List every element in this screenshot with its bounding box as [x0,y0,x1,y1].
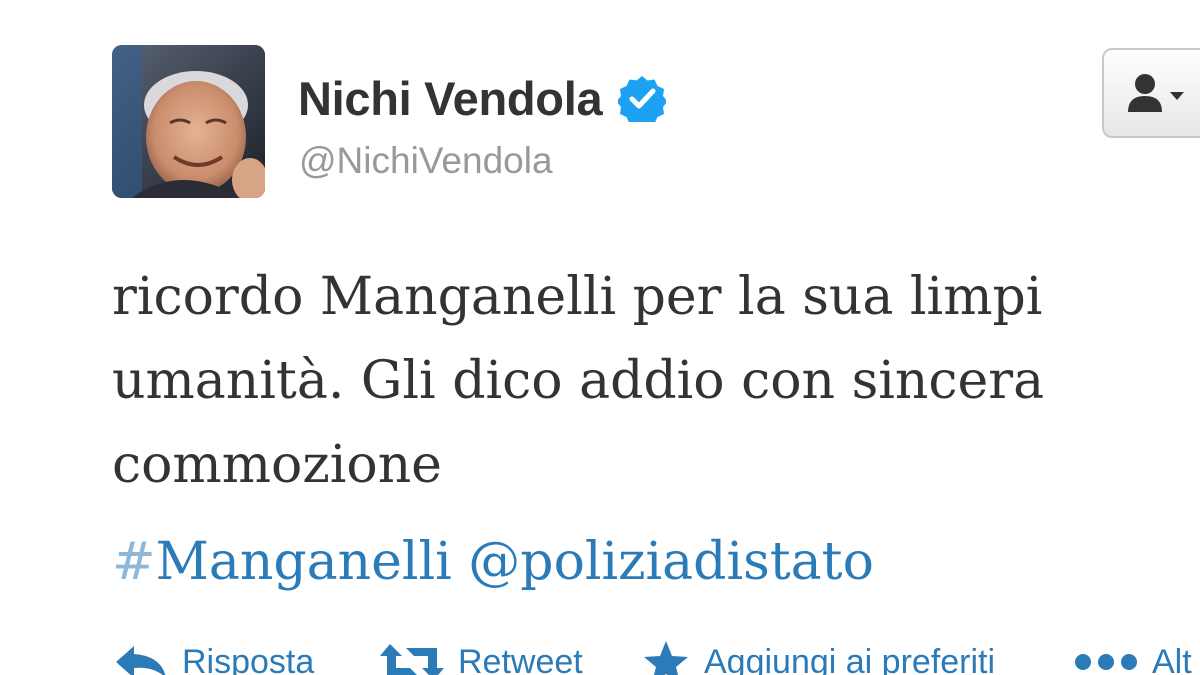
tweet-text-line: umanità. Gli dico addio con sincera [112,351,1045,411]
avatar-photo [112,45,265,198]
tweet-text-line: ricordo Manganelli per la sua limpi [112,267,1043,327]
favorite-action[interactable]: Aggiungi ai preferiti [642,632,995,675]
name-row: Nichi Vendola [298,66,668,130]
tweet-entities: #Manganelli @poliziadistato [112,522,874,602]
more-label: Alt [1152,642,1192,675]
user-handle[interactable]: @NichiVendola [299,140,553,182]
display-name[interactable]: Nichi Vendola [298,71,603,126]
tweet-page: Nichi Vendola @NichiVendola ricordo Mang… [0,0,1200,675]
tweet-text: ricordo Manganelli per la sua limpi uman… [112,255,1200,507]
verified-badge-icon [616,74,668,127]
favorite-label: Aggiungi ai preferiti [704,642,996,675]
mention-link[interactable]: @poliziadistato [468,532,874,592]
retweet-icon [380,644,444,675]
hashtag-link[interactable]: #Manganelli [112,532,452,592]
reply-arrow-icon [116,646,166,675]
retweet-action[interactable]: Retweet [380,632,583,675]
reply-action[interactable]: Risposta [112,632,314,675]
hashtag-symbol: # [112,532,156,592]
reply-label: Risposta [182,642,315,675]
hashtag-text: Manganelli [155,532,452,592]
follow-button[interactable] [1102,48,1200,138]
retweet-label: Retweet [458,642,583,675]
star-icon [644,641,688,675]
more-action[interactable]: Alt [1074,632,1192,675]
user-icon [1128,74,1184,112]
ellipsis-icon [1075,654,1137,670]
tweet-text-line: commozione [112,435,442,495]
avatar[interactable] [112,45,265,198]
